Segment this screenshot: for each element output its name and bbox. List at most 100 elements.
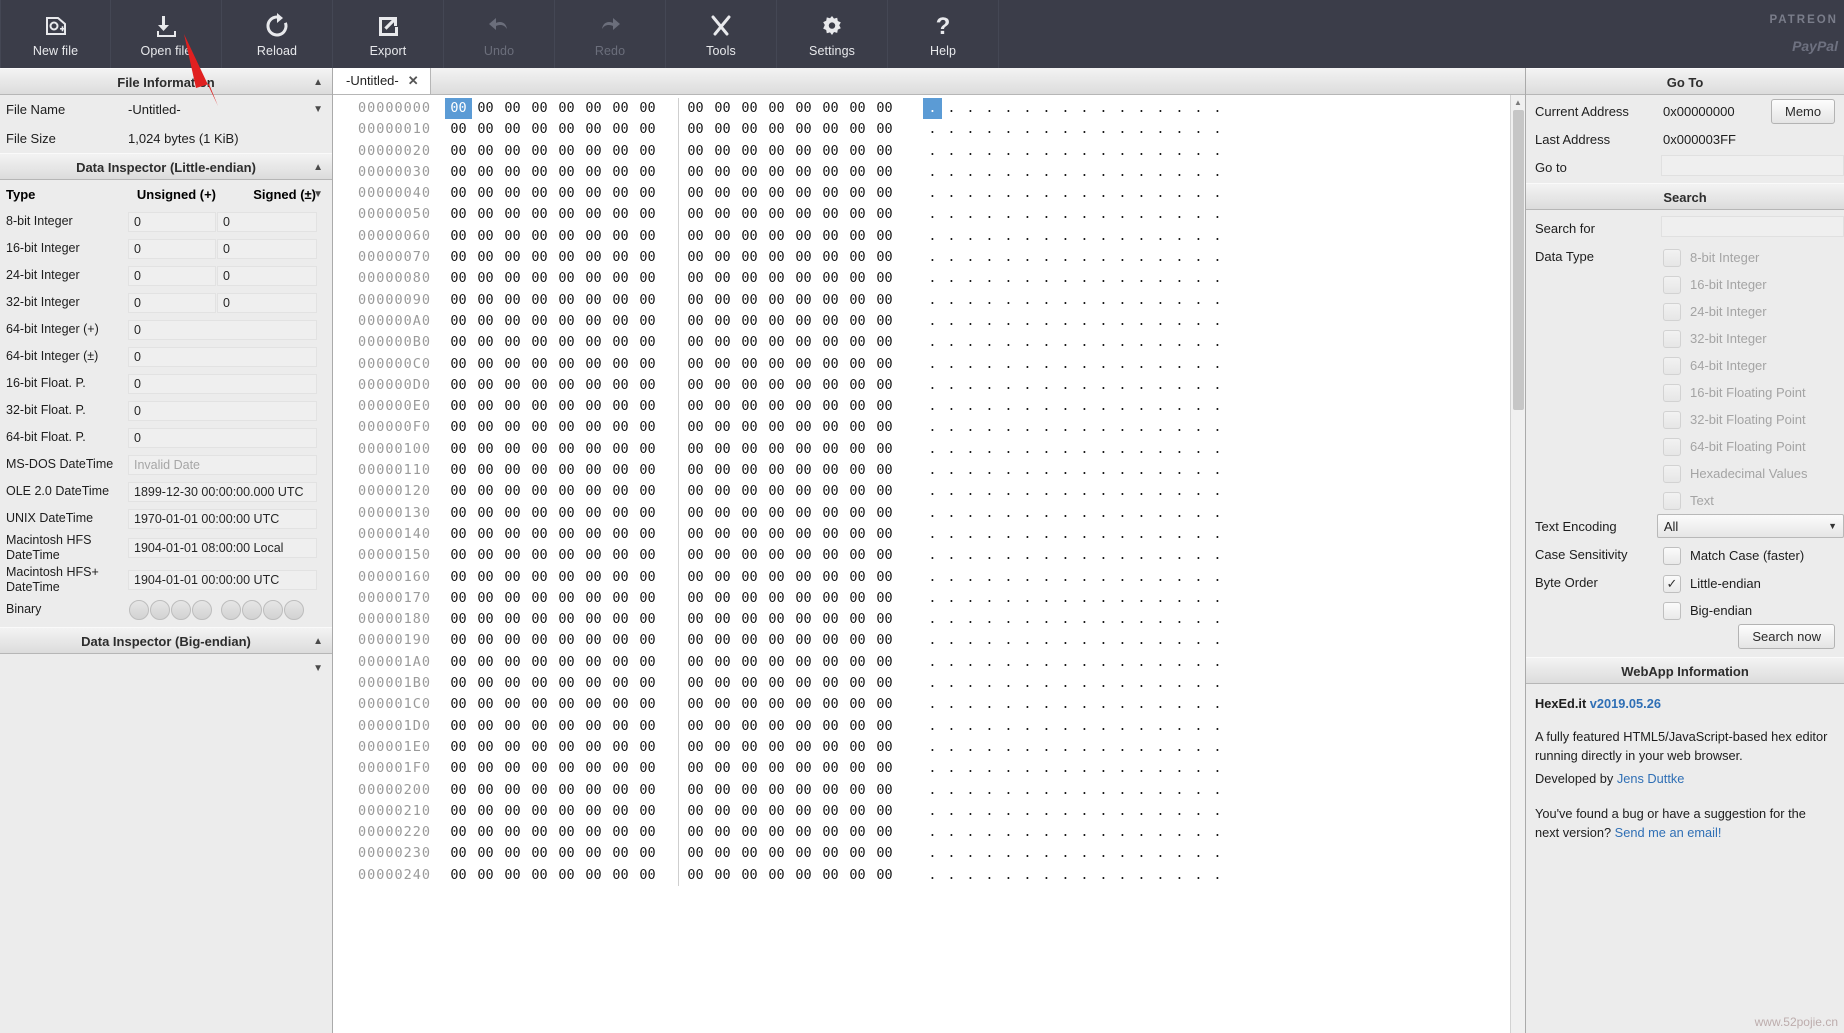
hex-byte-cell[interactable]: 00: [526, 588, 553, 609]
ascii-cell[interactable]: .: [1056, 609, 1075, 630]
collapse-toggle-icon[interactable]: ▲ ▼: [313, 69, 323, 123]
ascii-cell[interactable]: .: [961, 481, 980, 502]
hex-byte-cell[interactable]: 00: [499, 652, 526, 673]
ascii-cell[interactable]: .: [1189, 737, 1208, 758]
ascii-cell[interactable]: .: [942, 673, 961, 694]
ascii-cell[interactable]: .: [1151, 247, 1170, 268]
hex-byte-cell[interactable]: 00: [553, 588, 580, 609]
hex-byte-cell[interactable]: 00: [553, 119, 580, 140]
ascii-cell[interactable]: .: [923, 673, 942, 694]
hex-byte-cell[interactable]: 00: [553, 822, 580, 843]
hex-byte-cell[interactable]: 00: [553, 162, 580, 183]
ascii-cell[interactable]: .: [1113, 98, 1132, 119]
ascii-cell[interactable]: .: [1151, 567, 1170, 588]
ascii-cell[interactable]: .: [923, 417, 942, 438]
hex-byte-cell[interactable]: 00: [763, 822, 790, 843]
hex-byte-cell[interactable]: 00: [709, 119, 736, 140]
ascii-cell[interactable]: .: [1132, 843, 1151, 864]
binary-bit-toggle[interactable]: [263, 599, 283, 620]
ascii-cell[interactable]: .: [1056, 460, 1075, 481]
hex-byte-cell[interactable]: 00: [607, 141, 634, 162]
ascii-cell[interactable]: .: [1113, 865, 1132, 886]
ascii-cell[interactable]: .: [961, 524, 980, 545]
inspector-value-field[interactable]: 0: [128, 427, 317, 448]
ascii-cell[interactable]: .: [942, 226, 961, 247]
hex-byte-cell[interactable]: 00: [709, 609, 736, 630]
ascii-cell[interactable]: .: [1132, 673, 1151, 694]
ascii-cell[interactable]: .: [980, 673, 999, 694]
hex-byte-cell[interactable]: 00: [871, 609, 898, 630]
ascii-cell[interactable]: .: [980, 780, 999, 801]
ascii-cell[interactable]: .: [999, 524, 1018, 545]
hex-byte-cell[interactable]: 00: [844, 737, 871, 758]
ascii-cell[interactable]: .: [1170, 481, 1189, 502]
ascii-cell[interactable]: .: [999, 673, 1018, 694]
hex-byte-cell[interactable]: 00: [634, 843, 661, 864]
hex-byte-cell[interactable]: 00: [763, 204, 790, 225]
ascii-cell[interactable]: .: [1189, 588, 1208, 609]
ascii-cell[interactable]: .: [1189, 609, 1208, 630]
ascii-cell[interactable]: .: [980, 290, 999, 311]
hex-byte-cell[interactable]: 00: [472, 311, 499, 332]
ascii-cell[interactable]: .: [1075, 332, 1094, 353]
hex-byte-cell[interactable]: 00: [634, 758, 661, 779]
ascii-cell[interactable]: .: [999, 439, 1018, 460]
ascii-cell[interactable]: .: [1037, 311, 1056, 332]
hex-byte-cell[interactable]: 00: [580, 567, 607, 588]
ascii-cell[interactable]: .: [942, 375, 961, 396]
ascii-cell[interactable]: .: [1170, 141, 1189, 162]
hex-byte-cell[interactable]: 00: [580, 588, 607, 609]
ascii-cell[interactable]: .: [1113, 396, 1132, 417]
ascii-cell[interactable]: .: [1132, 822, 1151, 843]
ascii-cell[interactable]: .: [1056, 567, 1075, 588]
hex-byte-cell[interactable]: 00: [526, 630, 553, 651]
hex-byte-cell[interactable]: 00: [472, 865, 499, 886]
hex-byte-cell[interactable]: 00: [871, 396, 898, 417]
ascii-cell[interactable]: .: [1094, 396, 1113, 417]
hex-byte-cell[interactable]: 00: [790, 567, 817, 588]
inspector-value-field[interactable]: 0: [128, 400, 317, 421]
hex-byte-cell[interactable]: 00: [844, 417, 871, 438]
hex-byte-cell[interactable]: 00: [682, 375, 709, 396]
hex-byte-cell[interactable]: 00: [499, 588, 526, 609]
ascii-cell[interactable]: .: [1056, 98, 1075, 119]
ascii-cell[interactable]: .: [1189, 375, 1208, 396]
ascii-cell[interactable]: .: [1113, 226, 1132, 247]
ascii-cell[interactable]: .: [1094, 460, 1113, 481]
hex-byte-cell[interactable]: 00: [817, 396, 844, 417]
ascii-cell[interactable]: .: [1075, 481, 1094, 502]
ascii-cell[interactable]: .: [1094, 801, 1113, 822]
ascii-column[interactable]: ........................................…: [898, 98, 1227, 1033]
ascii-cell[interactable]: .: [1113, 417, 1132, 438]
ascii-cell[interactable]: .: [1132, 119, 1151, 140]
hex-byte-cell[interactable]: 00: [709, 843, 736, 864]
hex-byte-cell[interactable]: 00: [445, 290, 472, 311]
hex-byte-cell[interactable]: 00: [844, 630, 871, 651]
ascii-cell[interactable]: .: [999, 226, 1018, 247]
data-type-row[interactable]: 32-bit Integer: [1663, 325, 1808, 352]
ascii-cell[interactable]: .: [1151, 652, 1170, 673]
ascii-cell[interactable]: .: [999, 247, 1018, 268]
hex-byte-cell[interactable]: 00: [790, 290, 817, 311]
hex-byte-cell[interactable]: 00: [526, 567, 553, 588]
hex-byte-cell[interactable]: 00: [607, 630, 634, 651]
ascii-cell[interactable]: .: [999, 567, 1018, 588]
ascii-cell[interactable]: .: [1189, 673, 1208, 694]
hex-byte-cell[interactable]: 00: [445, 865, 472, 886]
ascii-cell[interactable]: .: [1132, 481, 1151, 502]
ascii-cell[interactable]: .: [1037, 801, 1056, 822]
hex-byte-cell[interactable]: 00: [709, 311, 736, 332]
hex-byte-cell[interactable]: 00: [445, 204, 472, 225]
ascii-cell[interactable]: .: [999, 716, 1018, 737]
ascii-cell[interactable]: .: [961, 716, 980, 737]
ascii-cell[interactable]: .: [1132, 545, 1151, 566]
ascii-cell[interactable]: .: [980, 396, 999, 417]
hex-byte-cell[interactable]: 00: [709, 439, 736, 460]
hex-byte-cell[interactable]: 00: [634, 503, 661, 524]
ascii-cell[interactable]: .: [1094, 119, 1113, 140]
hex-byte-cell[interactable]: 00: [844, 588, 871, 609]
ascii-cell[interactable]: .: [961, 588, 980, 609]
hex-byte-cell[interactable]: 00: [580, 524, 607, 545]
inspector-value-field[interactable]: 1970-01-01 00:00:00 UTC: [128, 508, 317, 529]
hex-byte-cell[interactable]: 00: [499, 417, 526, 438]
